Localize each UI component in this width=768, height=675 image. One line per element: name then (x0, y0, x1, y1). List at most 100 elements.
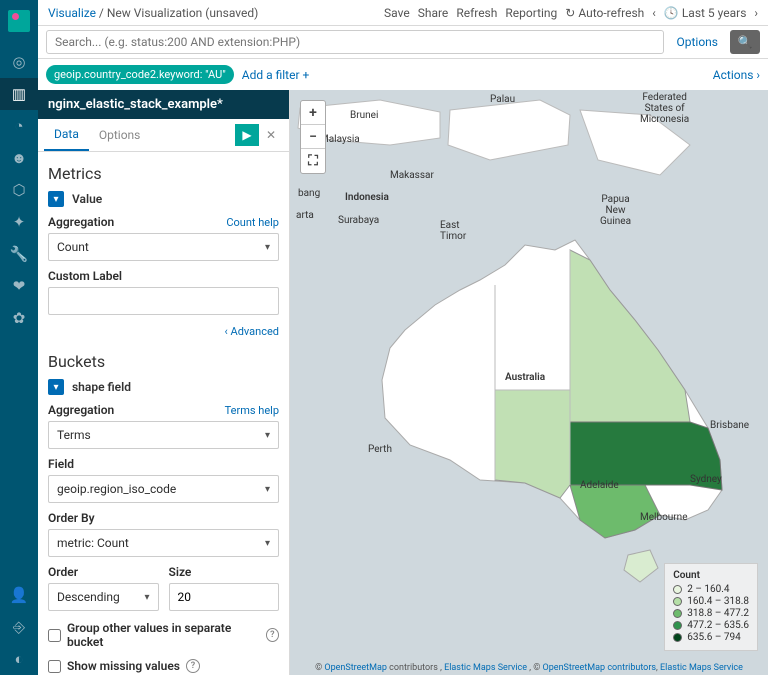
legend-item: 477.2 – 635.6 (673, 620, 749, 631)
shape-field-label: shape field (72, 380, 131, 394)
save-button[interactable]: Save (384, 6, 410, 20)
main-area: Visualize / New Visualization (unsaved) … (38, 0, 768, 675)
nav-discover-icon[interactable]: ◎ (0, 46, 38, 78)
time-picker[interactable]: 🕓 Last 5 years (664, 6, 746, 20)
nav-management-icon[interactable]: ✿ (0, 302, 38, 334)
breadcrumb-section[interactable]: Visualize (48, 6, 96, 20)
bucket-agg-select[interactable]: Terms▾ (48, 421, 279, 449)
map-attribution: © OpenStreetMap contributors , Elastic M… (290, 663, 768, 673)
field-label: Field (48, 457, 74, 471)
refresh-button[interactable]: Refresh (456, 6, 497, 20)
label-palau: Palau (490, 94, 515, 105)
bucket-toggle-icon[interactable]: ▾ (48, 379, 64, 395)
nav-devtools-icon[interactable]: 🔧 (0, 238, 38, 270)
bucket-agg-label: Aggregation (48, 403, 114, 417)
show-missing-checkbox[interactable]: Show missing values? (48, 659, 279, 673)
time-prev-icon[interactable]: ‹ (652, 6, 656, 20)
terms-help-link[interactable]: Terms help (225, 404, 279, 417)
order-select[interactable]: Descending▾ (48, 583, 159, 611)
custom-label-input[interactable] (48, 287, 279, 315)
search-options[interactable]: Options (670, 35, 724, 49)
tab-options[interactable]: Options (89, 120, 151, 150)
label-melbourne: Melbourne (640, 512, 688, 523)
metric-toggle-icon[interactable]: ▾ (48, 191, 64, 207)
index-pattern-title[interactable]: nginx_elastic_stack_example* (38, 90, 289, 119)
breadcrumb: Visualize / New Visualization (unsaved) (48, 6, 258, 20)
label-etimor: East Timor (440, 220, 466, 242)
legend-item: 160.4 – 318.8 (673, 596, 749, 607)
share-button[interactable]: Share (418, 6, 449, 20)
discard-button[interactable]: ✕ (259, 124, 283, 146)
nav-monitoring-icon[interactable]: ❤ (0, 270, 38, 302)
apply-button[interactable]: ▶ (235, 124, 259, 146)
ems-link[interactable]: Elastic Maps Service (444, 663, 527, 673)
agg-label: Aggregation (48, 215, 114, 229)
search-bar: Options 🔍 (38, 26, 768, 59)
label-makassar: Makassar (390, 170, 434, 181)
order-label: Order (48, 565, 78, 579)
filter-pill[interactable]: geoip.country_code2.keyword: "AU" (46, 65, 234, 84)
search-input[interactable] (46, 30, 664, 54)
label-brunei: Brunei (350, 110, 378, 121)
nav-dashboard-icon[interactable]: ◔ (0, 110, 38, 142)
nav-logout-icon[interactable]: ⎆ (0, 611, 38, 643)
label-sydney: Sydney (690, 474, 722, 485)
time-next-icon[interactable]: › (754, 6, 758, 20)
tab-data[interactable]: Data (44, 119, 89, 151)
config-panel: nginx_elastic_stack_example* Data Option… (38, 90, 290, 675)
group-other-checkbox[interactable]: Group other values in separate bucket? (48, 621, 279, 649)
label-australia: Australia (505, 372, 545, 383)
orderby-select[interactable]: metric: Count▾ (48, 529, 279, 557)
nav-ml-icon[interactable]: ✦ (0, 206, 38, 238)
label-fed: Federated States of Micronesia (640, 92, 689, 125)
add-filter-button[interactable]: Add a filter + (242, 68, 310, 82)
map-legend: Count 2 – 160.4160.4 – 318.8318.8 – 477.… (664, 563, 758, 651)
label-png: Papua New Guinea (600, 194, 631, 227)
nav-collapse-icon[interactable]: ◐ (0, 643, 38, 675)
metrics-title: Metrics (48, 164, 279, 183)
breadcrumb-title: New Visualization (unsaved) (107, 6, 258, 20)
label-perth: Perth (368, 444, 392, 455)
buckets-title: Buckets (48, 352, 279, 371)
label-arta: arta (296, 210, 314, 221)
filter-actions[interactable]: Actions › (713, 68, 760, 82)
search-button[interactable]: 🔍 (730, 30, 760, 54)
help-icon[interactable]: ? (266, 628, 279, 642)
nav-visualize-icon[interactable]: ▥ (0, 78, 38, 110)
global-nav-rail: ◎ ▥ ◔ ☻ ⬡ ✦ 🔧 ❤ ✿ 👤 ⎆ ◐ (0, 0, 38, 675)
kibana-logo[interactable] (8, 10, 30, 32)
custom-label: Custom Label (48, 269, 122, 283)
size-input[interactable] (169, 583, 280, 611)
legend-item: 2 – 160.4 (673, 584, 749, 595)
ems2-link[interactable]: Elastic Maps Service (660, 663, 743, 673)
help-icon[interactable]: ? (186, 659, 200, 673)
legend-title: Count (673, 570, 749, 581)
zoom-in-button[interactable]: + (301, 101, 325, 125)
legend-item: 635.6 – 794 (673, 632, 749, 643)
top-bar: Visualize / New Visualization (unsaved) … (38, 0, 768, 26)
config-scroll[interactable]: Metrics ▾ Value Aggregation Count help C… (38, 152, 289, 675)
autorefresh-button[interactable]: ↻ Auto-refresh (565, 6, 644, 20)
zoom-out-button[interactable]: − (301, 125, 325, 149)
metric-value-label: Value (72, 192, 102, 206)
nav-timelion-icon[interactable]: ☻ (0, 142, 38, 174)
count-help-link[interactable]: Count help (226, 216, 279, 229)
filter-bar: geoip.country_code2.keyword: "AU" Add a … (38, 59, 768, 90)
size-label: Size (169, 565, 192, 579)
osm-link[interactable]: OpenStreetMap (324, 663, 387, 673)
reporting-button[interactable]: Reporting (505, 6, 557, 20)
nav-canvas-icon[interactable]: ⬡ (0, 174, 38, 206)
map-pane[interactable]: + − ⛶ (290, 90, 768, 675)
orderby-label: Order By (48, 511, 95, 525)
legend-item: 318.8 – 477.2 (673, 608, 749, 619)
content-split: nginx_elastic_stack_example* Data Option… (38, 90, 768, 675)
fit-bounds-button[interactable]: ⛶ (301, 149, 325, 173)
advanced-toggle[interactable]: ‹ Advanced (48, 325, 279, 338)
osm2-link[interactable]: OpenStreetMap contributors (543, 663, 656, 673)
aggregation-select[interactable]: Count▾ (48, 233, 279, 261)
label-indonesia: Indonesia (345, 192, 389, 203)
label-surabaya: Surabaya (338, 215, 379, 226)
field-select[interactable]: geoip.region_iso_code▾ (48, 475, 279, 503)
nav-profile-icon[interactable]: 👤 (0, 579, 38, 611)
label-brisbane: Brisbane (710, 420, 749, 431)
